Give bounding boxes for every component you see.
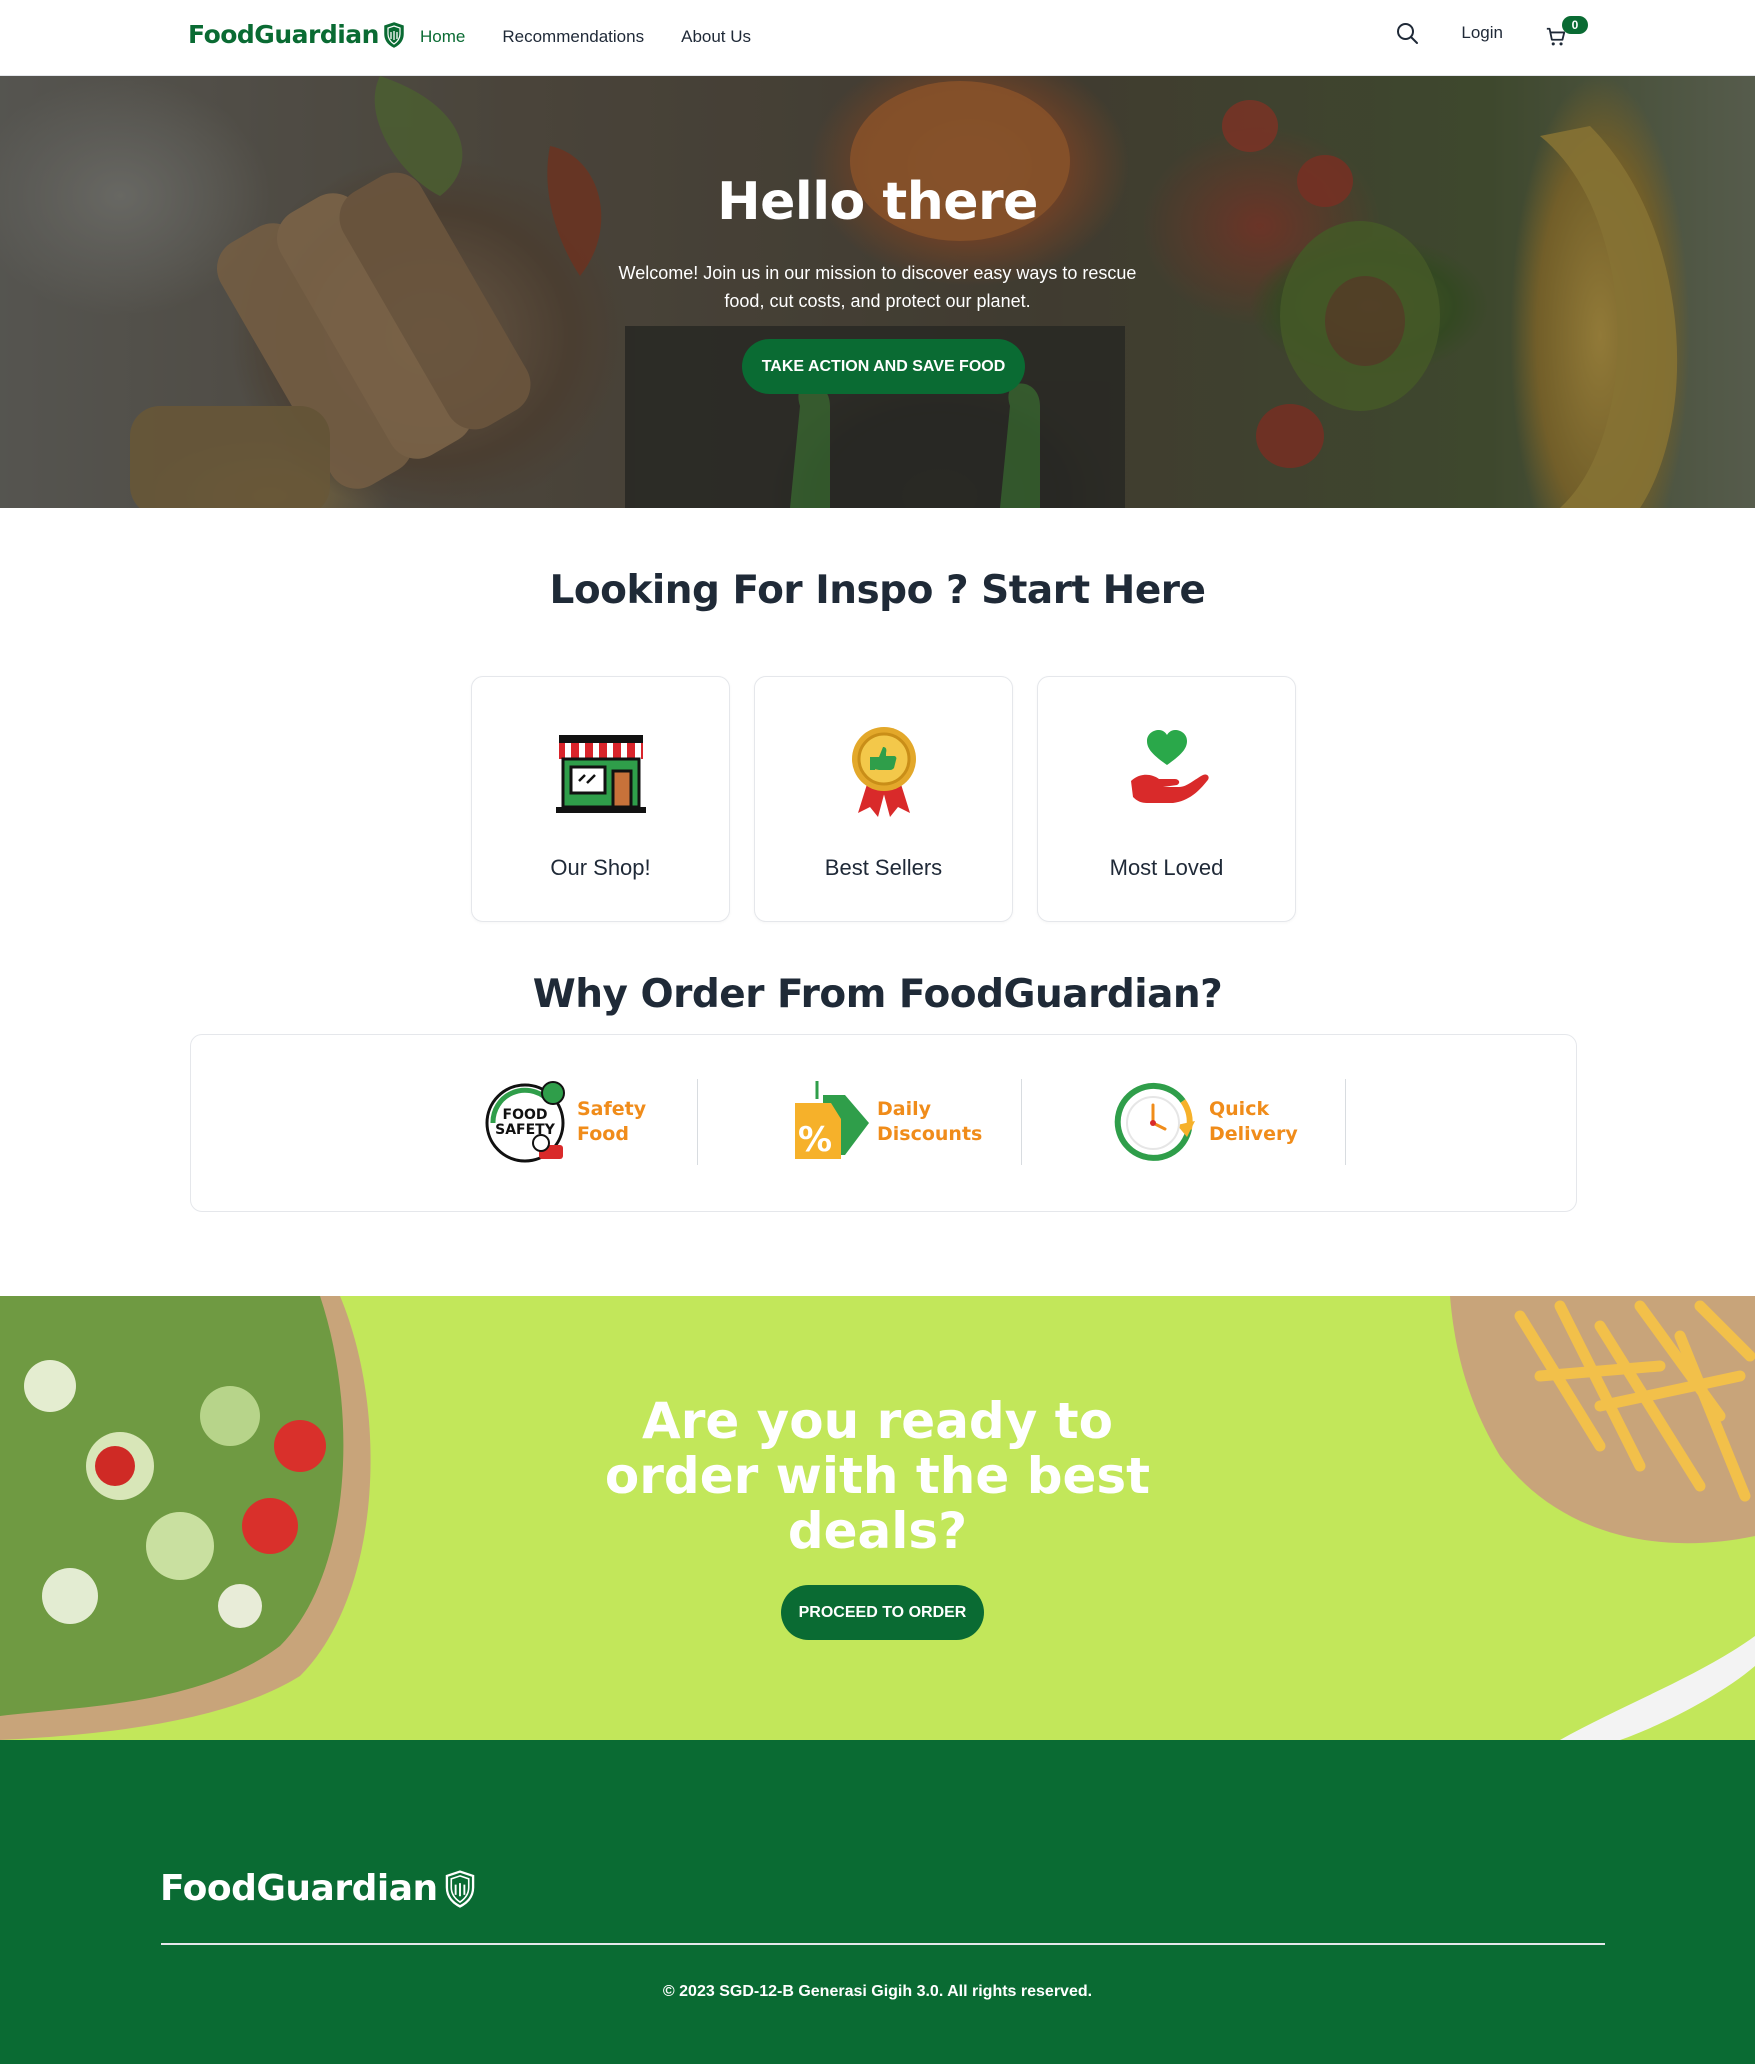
nav-about-us[interactable]: About Us <box>681 27 751 47</box>
feature-label-line1: Daily <box>877 1098 932 1120</box>
proceed-to-order-button[interactable]: PROCEED TO ORDER <box>781 1585 984 1640</box>
hero-section: Hello there Welcome! Join us in our miss… <box>0 76 1755 508</box>
badge-icon <box>851 727 916 817</box>
card-label: Most Loved <box>1109 855 1224 880</box>
feature-safety-food: FOOD SAFETY Safety Food <box>485 1077 646 1167</box>
food-safety-badge-line1: FOOD <box>503 1107 548 1123</box>
copyright-text: © 2023 SGD-12-B Generasi Gigih 3.0. All … <box>662 1983 1093 2000</box>
navbar: FoodGuardian Home Recommendations About … <box>0 0 1755 76</box>
feature-label-line2: Food <box>577 1123 629 1145</box>
inspo-cards: Our Shop! Best Sellers Most Loved <box>471 676 1296 922</box>
feature-label: Quick Delivery <box>1209 1097 1298 1147</box>
clock-icon <box>1114 1082 1195 1161</box>
take-action-button[interactable]: TAKE ACTION AND SAVE FOOD <box>742 339 1025 394</box>
hero-subtitle: Welcome! Join us in our mission to disco… <box>618 263 1137 311</box>
hero-title: Hello there <box>717 172 1038 232</box>
why-title: Why Order From FoodGuardian? <box>532 972 1223 1017</box>
feature-quick-delivery: Quick Delivery <box>1113 1077 1298 1167</box>
cart-button[interactable]: 0 <box>1545 16 1588 48</box>
cart-count-badge: 0 <box>1562 16 1588 34</box>
brand-logo[interactable]: FoodGuardian <box>188 20 405 49</box>
card-label: Best Sellers <box>824 855 943 880</box>
feature-daily-discounts: % Daily Discounts <box>789 1077 982 1167</box>
food-safety-icon: FOOD SAFETY <box>485 1081 565 1163</box>
shop-icon <box>555 735 646 813</box>
discount-badge-text: % <box>798 1120 832 1160</box>
brand-name: FoodGuardian <box>188 20 379 49</box>
footer: FoodGuardian © 2023 SGD-12-B Generasi Gi… <box>0 1740 1755 2064</box>
cta-title: Are you ready to order with the best dea… <box>604 1392 1151 1560</box>
main-nav: Home Recommendations About Us <box>420 27 751 47</box>
nav-recommendations[interactable]: Recommendations <box>502 27 644 47</box>
feature-divider <box>1021 1079 1022 1165</box>
footer-divider <box>161 1943 1605 1945</box>
footer-logo[interactable]: FoodGuardian <box>160 1868 476 1909</box>
nav-home[interactable]: Home <box>420 27 465 47</box>
feature-divider <box>697 1079 698 1165</box>
card-most-loved[interactable]: Most Loved <box>1037 676 1296 922</box>
food-safety-badge-line2: SAFETY <box>495 1122 556 1138</box>
heart-hand-icon <box>1130 730 1209 803</box>
nav-actions: Login 0 <box>1395 16 1588 48</box>
footer-brand-name: FoodGuardian <box>160 1868 438 1909</box>
card-label: Our Shop! <box>550 855 651 880</box>
card-our-shop[interactable]: Our Shop! <box>471 676 730 922</box>
search-icon[interactable] <box>1395 21 1419 45</box>
feature-label-line1: Safety <box>577 1098 647 1120</box>
hero-content: Hello there Welcome! Join us in our miss… <box>0 76 1755 508</box>
feature-label-line1: Quick <box>1209 1098 1270 1120</box>
feature-label-line2: Discounts <box>877 1123 983 1145</box>
feature-divider <box>1345 1079 1346 1165</box>
card-best-sellers[interactable]: Best Sellers <box>754 676 1013 922</box>
cta-section: Are you ready to order with the best dea… <box>0 1296 1755 1740</box>
login-link[interactable]: Login <box>1461 23 1503 43</box>
feature-label-line2: Delivery <box>1209 1123 1298 1145</box>
feature-label: Safety Food <box>577 1097 646 1147</box>
feature-label: Daily Discounts <box>877 1097 982 1147</box>
shield-icon <box>384 21 404 48</box>
shield-icon <box>445 1869 474 1908</box>
discount-tag-icon: % <box>795 1081 869 1160</box>
why-features-box: FOOD SAFETY Safety Food % Daily Discount… <box>190 1034 1577 1212</box>
inspo-title: Looking For Inspo ? Start Here <box>549 568 1206 613</box>
